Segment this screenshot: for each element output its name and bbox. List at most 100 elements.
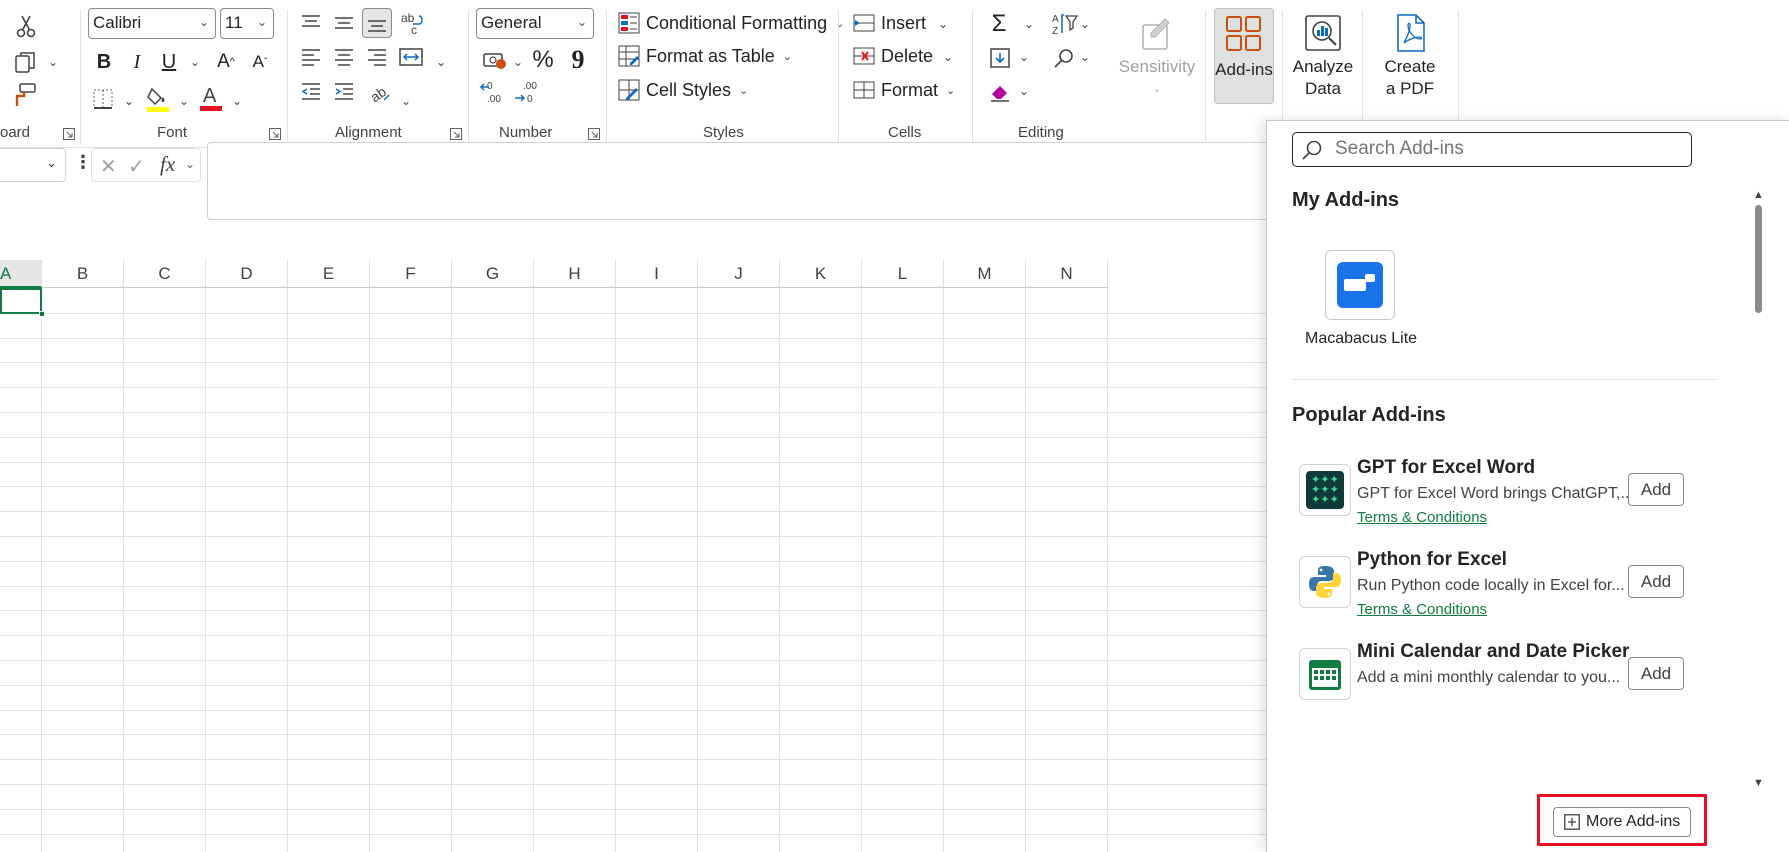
comma-style-button[interactable]: 9 bbox=[566, 45, 590, 74]
borders-icon[interactable] bbox=[90, 86, 116, 112]
fill-handle[interactable] bbox=[39, 311, 45, 317]
merge-center-icon[interactable] bbox=[397, 44, 425, 70]
python-for-excel-terms-link[interactable]: Terms & Conditions bbox=[1357, 601, 1487, 618]
middle-align-icon[interactable] bbox=[331, 10, 357, 36]
copy-dropdown-icon[interactable]: ⌄ bbox=[48, 55, 58, 69]
insert-dropdown-icon[interactable]: ⌄ bbox=[938, 17, 948, 31]
decrease-font-size-icon[interactable]: Aˇ bbox=[247, 48, 273, 76]
autosum-icon[interactable]: Σ bbox=[986, 10, 1012, 38]
addins-search-input[interactable] bbox=[1333, 137, 1683, 161]
scroll-up-icon[interactable]: ▲ bbox=[1753, 189, 1764, 201]
increase-font-size-icon[interactable]: A ^ bbox=[213, 48, 239, 76]
column-header-l[interactable]: L bbox=[862, 260, 944, 288]
number-format-combo[interactable]: General ⌄ bbox=[476, 8, 594, 39]
macabacus-lite-tile[interactable] bbox=[1325, 250, 1395, 320]
column-header-a[interactable]: A bbox=[0, 260, 42, 288]
fill-color-icon[interactable] bbox=[145, 84, 171, 114]
wrap-text-icon[interactable]: ab c bbox=[398, 10, 426, 38]
add-mini-calendar-button[interactable]: Add bbox=[1628, 657, 1684, 690]
align-center-icon[interactable] bbox=[331, 44, 357, 70]
borders-dropdown-icon[interactable]: ⌄ bbox=[124, 94, 134, 108]
active-cell[interactable] bbox=[0, 288, 42, 314]
addins-button[interactable]: Add-ins bbox=[1214, 8, 1274, 104]
find-select-icon[interactable] bbox=[1050, 44, 1078, 72]
align-right-icon[interactable] bbox=[364, 44, 390, 70]
format-cells-button[interactable]: Format ⌄ bbox=[853, 79, 955, 101]
cancel-icon[interactable]: ✕ bbox=[100, 154, 117, 179]
create-pdf-button[interactable]: Create a PDF bbox=[1375, 10, 1445, 100]
format-painter-icon[interactable] bbox=[10, 80, 40, 110]
fill-icon[interactable] bbox=[986, 44, 1014, 72]
column-header-j[interactable]: J bbox=[698, 260, 780, 288]
column-header-n[interactable]: N bbox=[1026, 260, 1108, 288]
orientation-icon[interactable]: ab bbox=[364, 78, 394, 106]
find-select-dropdown-icon[interactable]: ⌄ bbox=[1080, 50, 1090, 64]
clipboard-launcher-icon[interactable] bbox=[63, 127, 75, 140]
format-as-table-button[interactable]: Format as Table ⌄ bbox=[618, 45, 792, 67]
column-header-i[interactable]: I bbox=[616, 260, 698, 288]
formula-input[interactable] bbox=[207, 142, 1277, 220]
column-header-g[interactable]: G bbox=[452, 260, 534, 288]
increase-decimal-icon[interactable]: 0.00 bbox=[478, 78, 510, 106]
copy-icon[interactable] bbox=[10, 48, 40, 76]
percent-style-button[interactable]: % bbox=[529, 46, 557, 74]
top-align-icon[interactable] bbox=[298, 10, 324, 36]
more-options-icon[interactable]: ⋮ bbox=[74, 152, 92, 173]
font-color-dropdown-icon[interactable]: ⌄ bbox=[232, 94, 242, 108]
bottom-align-icon[interactable] bbox=[362, 8, 392, 38]
insert-cells-button[interactable]: Insert bbox=[853, 12, 926, 34]
italic-button[interactable]: I bbox=[125, 48, 149, 76]
fill-dropdown-icon[interactable]: ⌄ bbox=[1019, 50, 1029, 64]
conditional-formatting-button[interactable]: Conditional Formatting ⌄ bbox=[618, 12, 844, 34]
orientation-dropdown-icon[interactable]: ⌄ bbox=[401, 94, 411, 108]
column-header-b[interactable]: B bbox=[42, 260, 124, 288]
column-header-e[interactable]: E bbox=[288, 260, 370, 288]
grid-column-line bbox=[1107, 288, 1108, 852]
delete-cells-button[interactable]: Delete bbox=[853, 45, 933, 67]
cell-styles-button[interactable]: Cell Styles ⌄ bbox=[618, 79, 748, 101]
gpt-for-excel-terms-link[interactable]: Terms & Conditions bbox=[1357, 509, 1487, 526]
merge-dropdown-icon[interactable]: ⌄ bbox=[436, 55, 446, 69]
insert-function-icon[interactable]: fx bbox=[160, 152, 175, 177]
alignment-launcher-icon[interactable] bbox=[450, 127, 462, 140]
clear-icon[interactable] bbox=[986, 78, 1014, 106]
number-launcher-icon[interactable] bbox=[588, 127, 600, 140]
scroll-down-icon[interactable]: ▼ bbox=[1753, 777, 1764, 789]
decrease-indent-icon[interactable] bbox=[298, 78, 324, 104]
column-header-d[interactable]: D bbox=[206, 260, 288, 288]
delete-dropdown-icon[interactable]: ⌄ bbox=[943, 50, 953, 64]
sort-filter-icon[interactable]: AZ bbox=[1050, 10, 1080, 38]
more-addins-button[interactable]: More Add-ins bbox=[1553, 807, 1691, 837]
add-gpt-for-excel-button[interactable]: Add bbox=[1628, 473, 1684, 506]
column-header-f[interactable]: F bbox=[370, 260, 452, 288]
column-header-m[interactable]: M bbox=[944, 260, 1026, 288]
fill-color-dropdown-icon[interactable]: ⌄ bbox=[179, 94, 189, 108]
accounting-format-icon[interactable] bbox=[480, 46, 510, 74]
underline-button[interactable]: U bbox=[157, 48, 181, 76]
scrollbar-thumb[interactable] bbox=[1755, 205, 1762, 313]
addins-scrollbar[interactable]: ▲ ▼ bbox=[1751, 189, 1765, 801]
sensitivity-button[interactable]: Sensitivity ⌄ bbox=[1118, 10, 1196, 100]
enter-icon[interactable]: ✓ bbox=[128, 154, 145, 179]
column-header-c[interactable]: C bbox=[124, 260, 206, 288]
font-color-icon[interactable]: A bbox=[198, 82, 224, 114]
font-size-combo[interactable]: 11 ⌄ bbox=[220, 8, 274, 39]
increase-indent-icon[interactable] bbox=[331, 78, 357, 104]
cut-icon[interactable] bbox=[12, 12, 40, 40]
font-launcher-icon[interactable] bbox=[269, 127, 281, 140]
clear-dropdown-icon[interactable]: ⌄ bbox=[1019, 84, 1029, 98]
sort-filter-dropdown-icon[interactable]: ⌄ bbox=[1080, 17, 1090, 31]
underline-dropdown-icon[interactable]: ⌄ bbox=[190, 55, 200, 69]
font-name-combo[interactable]: Calibri ⌄ bbox=[88, 8, 216, 39]
analyze-data-button[interactable]: Analyze Data bbox=[1290, 10, 1356, 100]
autosum-dropdown-icon[interactable]: ⌄ bbox=[1024, 17, 1034, 31]
bold-button[interactable]: B bbox=[92, 48, 116, 76]
column-header-h[interactable]: H bbox=[534, 260, 616, 288]
add-python-for-excel-button[interactable]: Add bbox=[1628, 565, 1684, 598]
accounting-dropdown-icon[interactable]: ⌄ bbox=[513, 55, 523, 69]
addins-search-box[interactable] bbox=[1292, 132, 1692, 167]
name-box[interactable]: ⌄ bbox=[0, 148, 66, 182]
decrease-decimal-icon[interactable]: .00 0 bbox=[512, 78, 544, 106]
align-left-icon[interactable] bbox=[298, 44, 324, 70]
column-header-k[interactable]: K bbox=[780, 260, 862, 288]
